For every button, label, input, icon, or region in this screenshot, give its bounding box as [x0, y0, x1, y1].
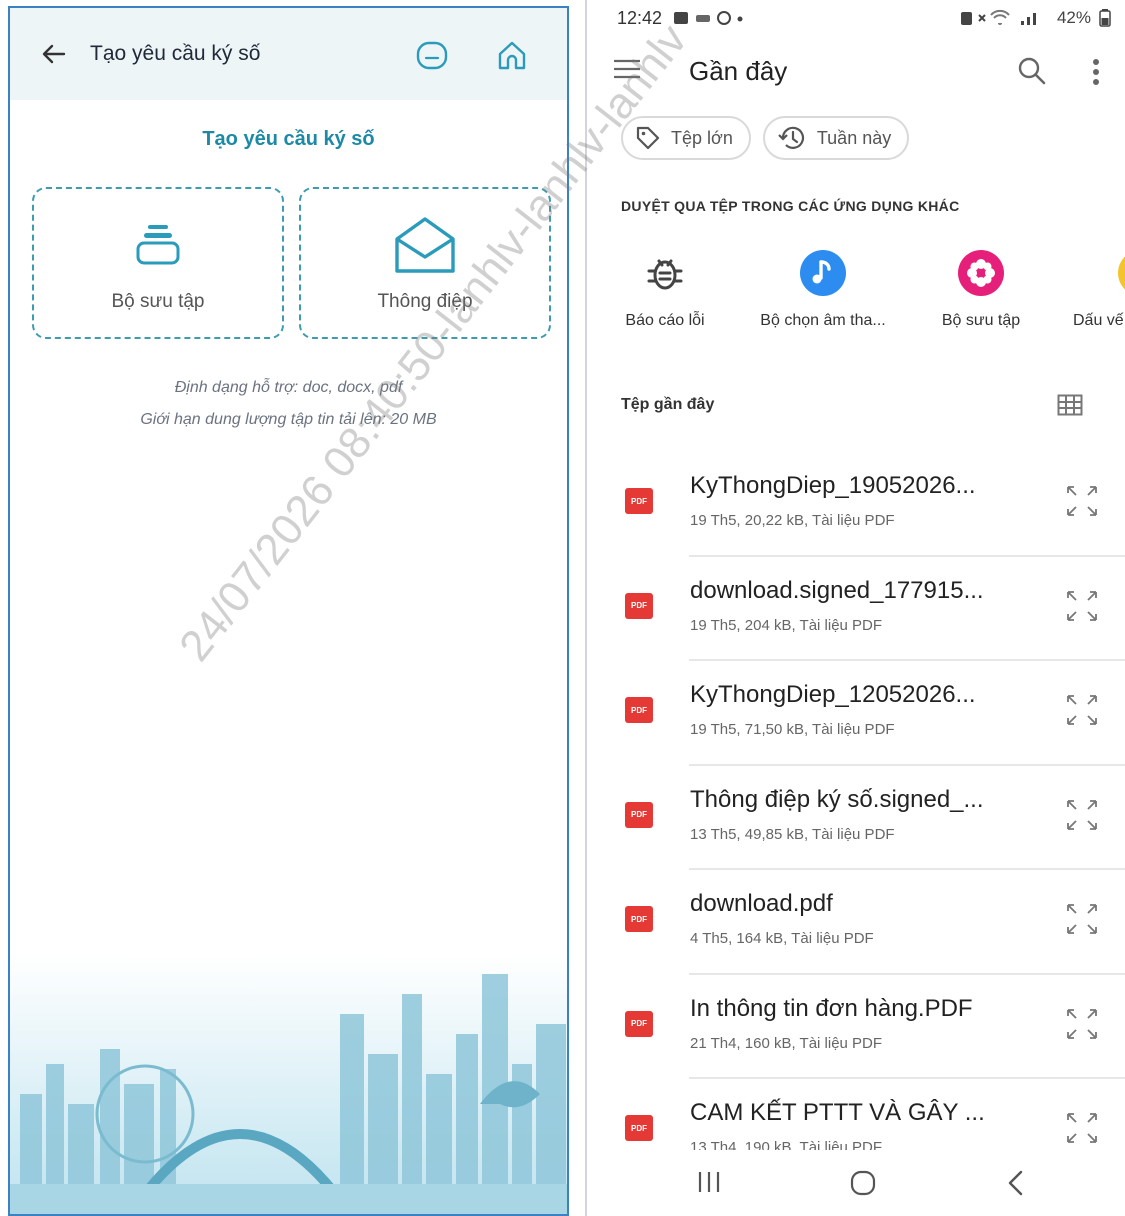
app-sound-picker-label: Bộ chọn âm tha... [760, 312, 886, 329]
gallery-option-card[interactable]: Bộ sưu tập [32, 187, 284, 339]
chip-this-week-label: Tuần này [816, 127, 892, 148]
create-sign-request-screen: Tạo yêu cầu ký số Tạo yêu cầu ký số Bộ s… [8, 6, 569, 1216]
pdf-file-icon: PDF [625, 1115, 653, 1141]
screenshot-composite: Tạo yêu cầu ký số Tạo yêu cầu ký số Bộ s… [0, 0, 1125, 1216]
expand-preview-icon[interactable] [1065, 902, 1099, 936]
app-gallery-label: Bộ sưu tập [941, 312, 1021, 329]
file-picker-screen: 12:42 42% Gần đây Tệp lớn Tuần này DUYỆT… [585, 0, 1125, 1216]
battery-percent: 42% [1056, 8, 1091, 27]
app-sound-picker[interactable]: Bộ chọn âm tha... [743, 248, 903, 330]
grid-view-icon[interactable] [1057, 394, 1083, 416]
pdf-file-icon: PDF [625, 697, 653, 723]
file-meta: 4 Th5, 164 kB, Tài liệu PDF [690, 930, 874, 947]
supported-formats-hint: Định dạng hỗ trợ: doc, docx, pdf [174, 379, 403, 396]
chat-button[interactable] [414, 38, 450, 74]
app-bug-report[interactable]: Báo cáo lỗi [587, 248, 745, 330]
status-time: 12:42 [617, 7, 663, 28]
history-icon [778, 126, 804, 149]
tag-icon [636, 126, 660, 150]
stack-icon [133, 213, 183, 277]
file-meta: 13 Th5, 49,85 kB, Tài liệu PDF [690, 825, 895, 843]
back-nav-icon[interactable] [1007, 1170, 1025, 1196]
music-note-icon [798, 248, 848, 298]
expand-preview-icon[interactable] [1065, 1111, 1099, 1145]
section-title: Tạo yêu cầu ký số [202, 128, 375, 150]
header-bar: Tạo yêu cầu ký số [10, 8, 567, 100]
file-name: KyThongDiep_12052026... [690, 681, 976, 708]
file-meta: 19 Th5, 71,50 kB, Tài liệu PDF [690, 721, 895, 738]
back-button[interactable] [40, 38, 72, 70]
signal-wifi-icons [960, 9, 1036, 25]
filter-chips: Tệp lớn Tuần này [621, 116, 910, 160]
file-row[interactable]: PDF download.signed_177915... 19 Th5, 20… [587, 557, 1125, 661]
envelope-open-icon [393, 213, 457, 277]
file-row[interactable]: PDF KyThongDiep_12052026... 19 Th5, 71,5… [587, 661, 1125, 766]
size-limit-hint: Giới hạn dung lượng tập tin tải lên: 20 … [140, 411, 437, 428]
expand-preview-icon[interactable] [1065, 1007, 1099, 1041]
file-name: Thông điệp ký số.signed_... [690, 785, 984, 813]
message-option-card[interactable]: Thông điệp [299, 187, 551, 339]
pdf-file-icon: PDF [625, 906, 653, 932]
file-meta: 21 Th4, 160 kB, Tài liệu PDF [690, 1034, 883, 1052]
browse-apps-heading: DUYỆT QUA TỆP TRONG CÁC ỨNG DỤNG KHÁC [621, 198, 960, 214]
battery-icon [1099, 9, 1111, 27]
page-title: Tạo yêu cầu ký số [90, 42, 261, 65]
file-row[interactable]: PDF In thông tin đơn hàng.PDF 21 Th4, 16… [587, 975, 1125, 1079]
file-name: CAM KẾT PTTT VÀ GÂY ... [690, 1099, 985, 1126]
city-skyline-illustration [10, 954, 567, 1214]
message-option-label: Thông điệp [377, 291, 473, 312]
file-name: KyThongDiep_19052026... [690, 472, 976, 499]
status-right: 42% [959, 8, 1111, 28]
system-nav-bar [587, 1150, 1125, 1216]
screen-title: Gần đây [689, 56, 788, 86]
chat-bubble-icon [416, 41, 448, 70]
chip-this-week[interactable]: Tuần này [762, 116, 910, 160]
expand-preview-icon[interactable] [1065, 693, 1099, 727]
file-row[interactable]: PDF KyThongDiep_19052026... 19 Th5, 20,2… [587, 452, 1125, 557]
home-button[interactable] [494, 38, 530, 74]
file-meta: 19 Th5, 204 kB, Tài liệu PDF [690, 616, 883, 634]
pdf-file-icon: PDF [625, 488, 653, 514]
expand-preview-icon[interactable] [1065, 798, 1099, 832]
expand-preview-icon[interactable] [1065, 484, 1099, 518]
file-name: download.pdf [690, 890, 833, 917]
chip-large-files-label: Tệp lớn [671, 127, 733, 148]
file-row[interactable]: PDF download.pdf 4 Th5, 164 kB, Tài liệu… [587, 870, 1125, 975]
app-bar: Gần đây [587, 36, 1125, 106]
other-apps-row: Báo cáo lỗi Bộ chọn âm tha... Bộ sưu tập… [587, 248, 1125, 338]
chip-large-files[interactable]: Tệp lớn [621, 116, 751, 160]
recent-files-list: PDF KyThongDiep_19052026... 19 Th5, 20,2… [587, 452, 1125, 1184]
arrow-left-icon [42, 44, 66, 64]
app-gallery[interactable]: Bộ sưu tập [901, 248, 1061, 330]
app-fingerprint-label: Dấu vế [1073, 312, 1124, 329]
notification-icons [674, 11, 743, 25]
bug-icon [640, 248, 690, 298]
home-nav-icon[interactable] [849, 1170, 877, 1196]
gallery-option-label: Bộ sưu tập [111, 291, 205, 312]
fingerprint-icon [1117, 248, 1125, 298]
pdf-file-icon: PDF [625, 1010, 653, 1037]
pdf-file-icon: PDF [625, 592, 653, 619]
more-vert-icon[interactable] [1092, 58, 1100, 86]
home-icon [498, 41, 526, 70]
pdf-file-icon: PDF [625, 801, 653, 828]
hamburger-menu-icon[interactable] [613, 58, 641, 80]
file-name: In thông tin đơn hàng.PDF [690, 994, 973, 1022]
recent-apps-icon[interactable] [697, 1170, 721, 1194]
source-options: Bộ sưu tập Thông điệp [10, 187, 567, 339]
flower-icon [956, 248, 1006, 298]
app-bug-report-label: Báo cáo lỗi [625, 312, 705, 329]
file-row[interactable]: PDF Thông điệp ký số.signed_... 13 Th5, … [587, 766, 1125, 870]
app-fingerprint[interactable]: Dấu vế [1057, 248, 1125, 330]
status-bar: 12:42 42% [587, 0, 1125, 36]
expand-preview-icon[interactable] [1065, 589, 1099, 623]
file-meta: 19 Th5, 20,22 kB, Tài liệu PDF [690, 512, 895, 529]
file-name: download.signed_177915... [690, 576, 984, 604]
search-icon[interactable] [1017, 56, 1047, 86]
recent-files-heading: Tệp gần đây [621, 396, 715, 413]
